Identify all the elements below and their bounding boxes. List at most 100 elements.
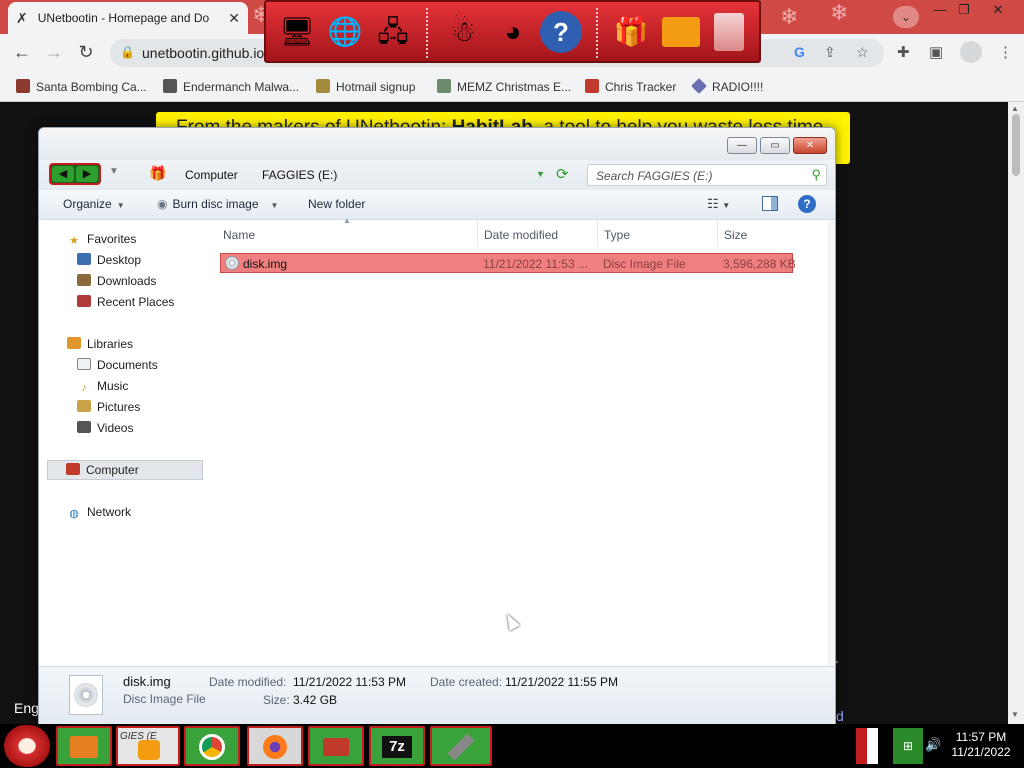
nav-recent-places[interactable]: Recent Places [77, 295, 174, 309]
recycle-bin-icon[interactable] [706, 8, 752, 56]
taskbar-usb-drive-icon[interactable] [430, 726, 492, 766]
file-name: disk.img [243, 257, 288, 271]
scroll-thumb[interactable] [1012, 114, 1020, 176]
forward-arrow-icon[interactable]: ▶ [76, 166, 98, 182]
star-icon[interactable]: ☆ [856, 44, 869, 61]
nav-pictures[interactable]: Pictures [77, 400, 140, 414]
nav-label: Pictures [97, 400, 141, 414]
close-window-icon[interactable]: ✕ [987, 2, 1009, 18]
nav-favorites[interactable]: ★ Favorites [67, 232, 136, 247]
column-header-date[interactable]: Date modified [484, 228, 558, 242]
folder-icon [58, 728, 110, 764]
folder-icon[interactable] [658, 8, 704, 56]
column-divider[interactable] [597, 220, 598, 246]
search-icon[interactable]: ⚲ [811, 167, 821, 183]
downloads-icon [77, 274, 91, 286]
column-header-type[interactable]: Type [604, 228, 630, 242]
taskbar-clock[interactable]: 11:57 PM 11/21/2022 [944, 730, 1018, 760]
tray-notification-icon[interactable] [856, 728, 878, 764]
bookmark-item[interactable]: Endermanch Malwa... [163, 79, 299, 94]
explorer-titlebar[interactable]: — ▭ ✕ [39, 128, 835, 160]
browser-tab-active[interactable]: ✗ UNetbootin - Homepage and Do ✕ [8, 2, 248, 34]
profile-icon[interactable] [960, 41, 982, 63]
puzzle-icon[interactable]: ✚ [897, 43, 910, 61]
change-view-icon[interactable]: ☷ ▼ [707, 196, 730, 212]
nav-libraries[interactable]: Libraries [67, 337, 133, 351]
address-dropdown-icon[interactable]: ▼ [536, 169, 545, 179]
breadcrumb-computer[interactable]: Computer [185, 168, 238, 182]
scroll-down-icon[interactable]: ▼ [1011, 710, 1019, 719]
nav-documents[interactable]: Documents [77, 358, 158, 372]
nav-music[interactable]: ♪ Music [77, 379, 128, 394]
column-divider[interactable] [717, 220, 718, 246]
nav-label: Desktop [97, 253, 142, 267]
bookmark-label: Santa Bombing Ca... [36, 80, 147, 94]
bookmark-item[interactable]: RADIO!!!! [691, 78, 763, 94]
tab-search-dropdown-icon[interactable]: ⌄ [893, 6, 919, 28]
back-arrow-icon[interactable]: ← [10, 42, 34, 63]
speaker-icon[interactable]: 🔊 [925, 737, 941, 753]
disc-icon: ◉ [157, 197, 168, 211]
google-icon[interactable]: G [794, 44, 805, 60]
gift-icon[interactable]: 🎁 [608, 8, 654, 56]
scroll-up-icon[interactable]: ▲ [1011, 104, 1019, 113]
page-fragment: ' [836, 660, 838, 671]
column-header-size[interactable]: Size [724, 228, 747, 242]
nav-computer[interactable]: Computer [47, 460, 203, 480]
tray-network-icon[interactable]: ⊞ [893, 728, 923, 764]
nav-network[interactable]: ◍ Network [67, 505, 131, 520]
sidepanel-icon[interactable]: ▣ [929, 43, 943, 61]
nav-videos[interactable]: Videos [77, 421, 133, 435]
column-divider[interactable] [477, 220, 478, 246]
bookmark-item[interactable]: MEMZ Christmas E... [437, 79, 571, 94]
windows-update-icon[interactable]: ◕ [490, 8, 536, 56]
column-header-name[interactable]: Name [223, 228, 255, 242]
maximize-icon[interactable]: ▭ [760, 137, 790, 154]
restore-window-icon[interactable]: ❐ [953, 2, 975, 18]
search-box[interactable]: Search FAGGIES (E:) ⚲ [587, 164, 827, 186]
nav-downloads[interactable]: Downloads [77, 274, 156, 288]
bookmark-item[interactable]: Hotmail signup [316, 79, 415, 94]
taskbar-toolbox-icon[interactable] [308, 726, 364, 766]
kebab-menu-icon[interactable]: ⋮ [998, 43, 1013, 61]
nav-buttons: ◀ ▶ [49, 163, 101, 185]
minimize-icon[interactable]: — [727, 137, 757, 154]
bookmark-item[interactable]: Chris Tracker [585, 79, 676, 94]
file-row[interactable]: disk.img 11/21/2022 11:53 ... Disc Image… [220, 253, 796, 273]
list-scrollbar[interactable] [827, 220, 835, 666]
taskbar-chrome-icon[interactable] [184, 726, 240, 766]
lock-icon[interactable]: 🔒 [120, 45, 135, 59]
breadcrumb-drive[interactable]: FAGGIES (E:) [262, 168, 337, 182]
close-icon[interactable]: ✕ [793, 137, 827, 154]
taskbar-7zip-icon[interactable]: 7z [369, 726, 425, 766]
start-button[interactable] [4, 725, 50, 767]
bookmark-item[interactable]: Santa Bombing Ca... [16, 79, 147, 94]
organize-button[interactable]: Organize ▼ [63, 197, 125, 211]
recent-pages-dropdown-icon[interactable]: ▼ [109, 166, 119, 177]
forward-arrow-icon[interactable]: → [42, 42, 66, 63]
burn-disc-image-button[interactable]: ◉ Burn disc image ▼ [157, 197, 278, 211]
globe-icon[interactable]: 🌐 [322, 8, 368, 56]
desktop-icon [77, 253, 91, 265]
reload-icon[interactable]: ↻ [74, 42, 98, 63]
taskbar-firefox-icon[interactable] [247, 726, 303, 766]
network-icon[interactable]: 🖧 [370, 8, 416, 56]
help-icon[interactable]: ? [538, 8, 584, 56]
new-folder-button[interactable]: New folder [308, 197, 365, 211]
help-icon[interactable]: ? [798, 195, 816, 213]
preview-pane-icon[interactable] [762, 196, 778, 211]
taskbar-media-player-icon[interactable]: GIES (E [116, 726, 180, 766]
refresh-icon[interactable]: ⟳ [556, 165, 569, 183]
nav-desktop[interactable]: Desktop [77, 253, 141, 267]
taskbar-folder-icon[interactable] [56, 726, 112, 766]
page-scrollbar[interactable]: ▲ ▼ [1008, 102, 1024, 724]
nav-label: Music [97, 379, 129, 393]
nav-label: Favorites [87, 232, 137, 246]
details-created-value: 11/21/2022 11:55 PM [505, 675, 618, 689]
back-arrow-icon[interactable]: ◀ [52, 166, 74, 182]
minimize-window-icon[interactable]: — [929, 2, 951, 17]
close-tab-icon[interactable]: ✕ [228, 10, 240, 27]
snowman-icon[interactable]: ☃ [440, 8, 486, 56]
christmas-computer-icon[interactable]: 🖥 [274, 8, 320, 56]
share-icon[interactable]: ⇪ [824, 44, 836, 61]
